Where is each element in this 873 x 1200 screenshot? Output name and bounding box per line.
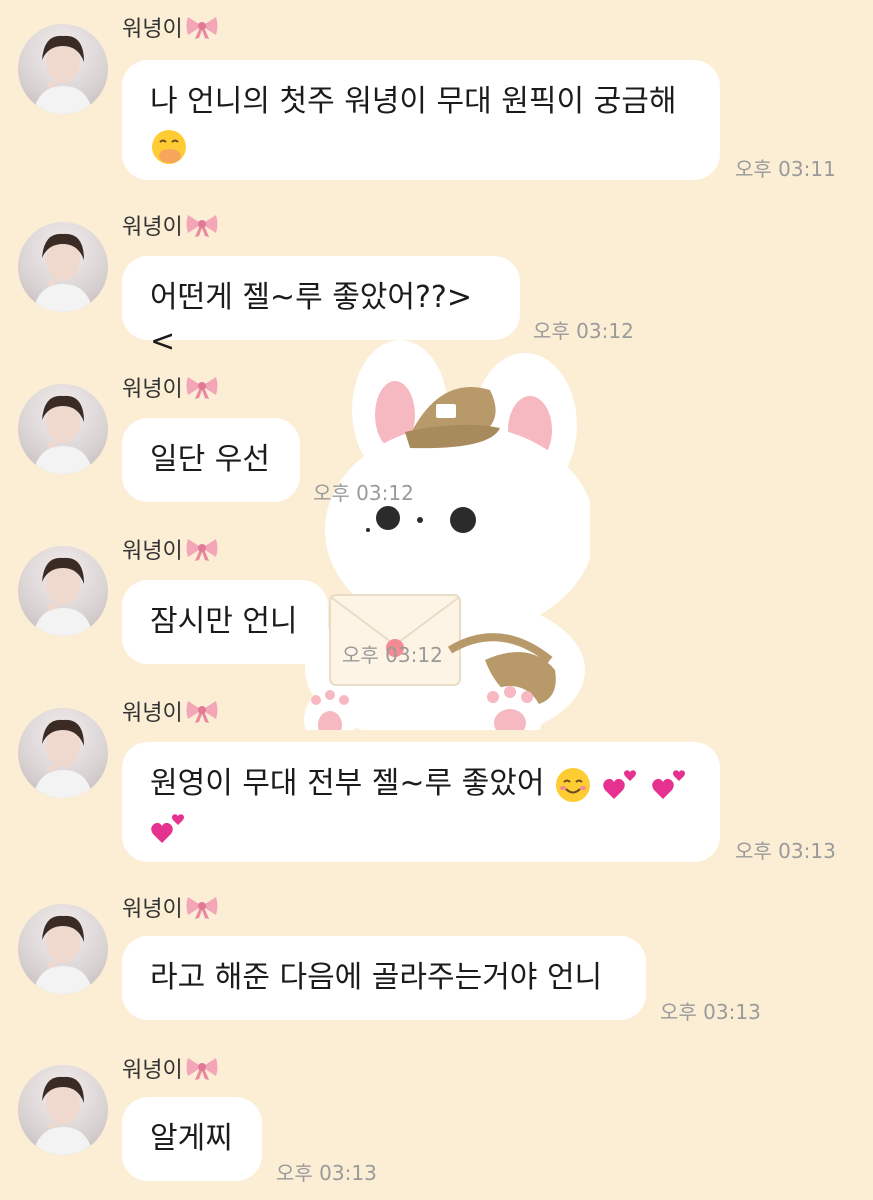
sender-name-label: 워녕이 (122, 1058, 183, 1083)
message-bubble[interactable]: 알게찌 (122, 1097, 262, 1181)
sender-name-label: 워녕이 (122, 215, 183, 240)
avatar[interactable] (18, 24, 108, 114)
message-timestamp: 오후 03:13 (660, 1000, 761, 1024)
sender-name: 워녕이 (122, 532, 219, 566)
message-timestamp: 오후 03:13 (276, 1161, 377, 1185)
two-hearts-icon (652, 769, 686, 799)
two-hearts-icon (151, 813, 184, 843)
avatar[interactable] (18, 546, 108, 636)
sender-name-label: 워녕이 (122, 897, 183, 922)
pink-ribbon-icon (186, 17, 218, 39)
smiling-face-icon (556, 767, 591, 802)
message-bubble[interactable]: 일단 우선 (122, 418, 300, 502)
bunny-mail-sticker-icon (304, 340, 590, 730)
sender-name: 워녕이 (122, 10, 219, 44)
sender-name-label: 워녕이 (122, 377, 183, 402)
message-timestamp: 오후 03:12 (533, 319, 634, 343)
message-bubble[interactable]: 원영이 무대 전부 젤~루 좋았어 (122, 742, 720, 862)
sender-name: 워녕이 (122, 208, 219, 242)
message-text: 잠시만 언니 (150, 604, 298, 639)
sender-name-label: 워녕이 (122, 701, 183, 726)
sender-name-label: 워녕이 (122, 539, 183, 564)
two-hearts-icon (602, 769, 636, 799)
pink-ribbon-icon (186, 897, 218, 919)
avatar[interactable] (18, 708, 108, 798)
pink-ribbon-icon (186, 539, 218, 561)
sender-name-label: 워녕이 (122, 17, 183, 42)
message-text: 원영이 무대 전부 젤~루 좋았어 (150, 766, 545, 801)
message-timestamp: 오후 03:13 (735, 839, 836, 863)
message-text: 알게찌 (150, 1121, 233, 1156)
pink-ribbon-icon (186, 701, 218, 723)
message-bubble[interactable]: 어떤게 젤~루 좋았어??>< (122, 256, 520, 359)
message-bubble[interactable]: 나 언니의 첫주 워녕이 무대 원픽이 궁금해 (122, 60, 720, 180)
avatar[interactable] (18, 384, 108, 474)
avatar[interactable] (18, 904, 108, 994)
pink-ribbon-icon (186, 1058, 218, 1080)
message-timestamp: 오후 03:12 (342, 643, 443, 667)
sender-name: 워녕이 (122, 890, 219, 924)
message-text: 일단 우선 (150, 442, 270, 477)
message-text: 라고 해준 다음에 골라주는거야 언니 (150, 960, 603, 995)
message-bubble[interactable]: 라고 해준 다음에 골라주는거야 언니 (122, 936, 646, 1020)
message-bubble[interactable]: 잠시만 언니 (122, 580, 328, 664)
avatar[interactable] (18, 222, 108, 312)
hand-over-mouth-emoji-icon (152, 129, 186, 164)
pink-ribbon-icon (186, 377, 218, 399)
avatar[interactable] (18, 1065, 108, 1155)
sender-name: 워녕이 (122, 694, 219, 728)
message-timestamp: 오후 03:11 (735, 157, 836, 181)
sender-name: 워녕이 (122, 1051, 219, 1085)
message-text: 나 언니의 첫주 워녕이 무대 원픽이 궁금해 (150, 84, 677, 119)
message-timestamp: 오후 03:12 (313, 481, 414, 505)
sender-name: 워녕이 (122, 370, 219, 404)
pink-ribbon-icon (186, 215, 218, 237)
